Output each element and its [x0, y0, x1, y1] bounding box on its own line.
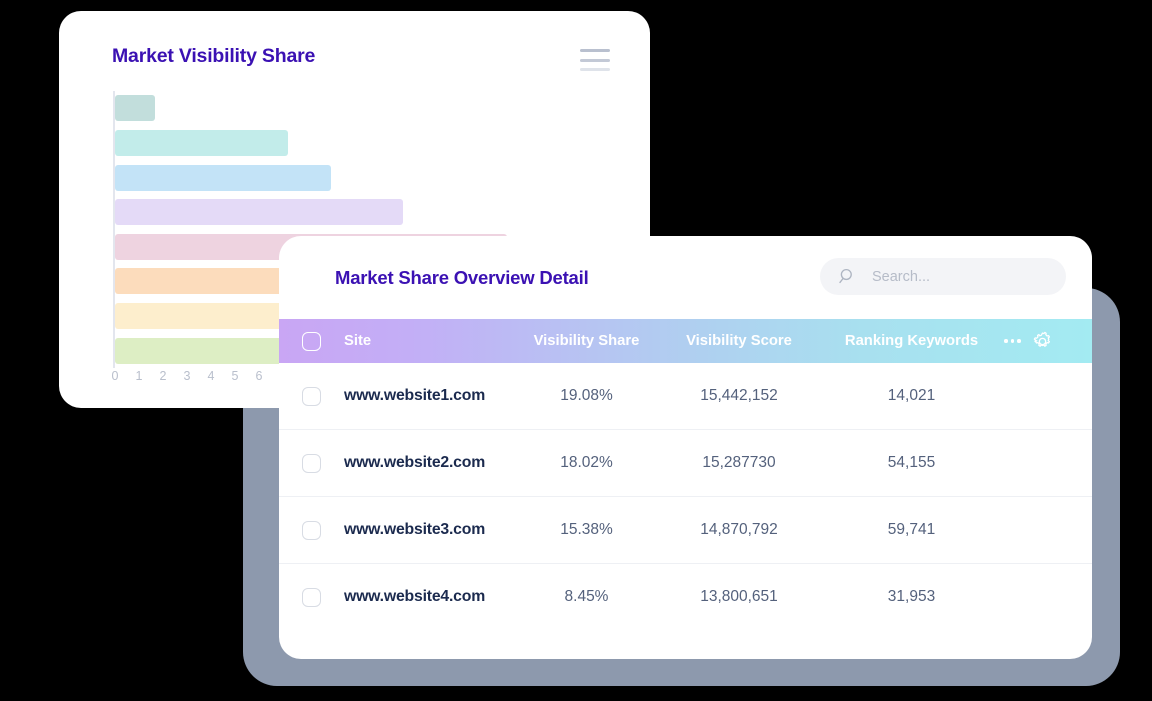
- cell-visibility-share: 8.45%: [564, 588, 609, 605]
- table-row[interactable]: www.website3.com 15.38% 14,870,792 59,741: [279, 497, 1092, 564]
- column-header-ranking-keywords[interactable]: Ranking Keywords: [819, 333, 1004, 349]
- cell-visibility-score: 15,287730: [702, 454, 776, 471]
- hamburger-menu-icon[interactable]: [580, 49, 610, 71]
- cell-visibility-score: 14,870,792: [700, 521, 778, 538]
- table-title: Market Share Overview Detail: [335, 267, 589, 288]
- bar-chart-bar: [115, 95, 155, 122]
- row-select-cell: [279, 587, 344, 607]
- table-row[interactable]: www.website1.com 19.08% 15,442,152 14,021: [279, 363, 1092, 430]
- page-title: Market Visibility Share: [112, 45, 316, 67]
- menu-line: [580, 68, 610, 71]
- row-checkbox[interactable]: [302, 587, 321, 607]
- table-row[interactable]: www.website2.com 18.02% 15,287730 54,155: [279, 430, 1092, 497]
- x-axis-tick-label: 3: [183, 369, 191, 383]
- row-checkbox[interactable]: [302, 453, 321, 473]
- bar-fill: [115, 95, 155, 122]
- table-header-actions: [1004, 330, 1092, 353]
- cell-ranking-keywords: 31,953: [887, 588, 936, 605]
- table-column-header: Site Visibility Share Visibility Score R…: [279, 319, 1092, 363]
- cell-ranking-keywords: 59,741: [887, 521, 936, 538]
- row-checkbox[interactable]: [302, 386, 321, 406]
- row-checkbox[interactable]: [302, 520, 321, 540]
- cell-site[interactable]: www.website1.com: [344, 387, 514, 405]
- x-axis-tick-label: 4: [207, 369, 215, 383]
- cell-site[interactable]: www.website2.com: [344, 454, 514, 472]
- x-axis-tick-label: 2: [159, 369, 167, 383]
- cell-visibility-share: 15.38%: [560, 521, 613, 538]
- menu-line: [580, 58, 610, 62]
- table-body: www.website1.com 19.08% 15,442,152 14,021 ww…: [279, 363, 1092, 630]
- cell-visibility-score: 15,442,152: [700, 387, 778, 404]
- cell-visibility-share: 19.08%: [560, 387, 613, 404]
- column-header-site[interactable]: Site: [344, 333, 514, 349]
- search-box[interactable]: [820, 258, 1066, 295]
- gear-icon[interactable]: [1031, 330, 1054, 353]
- bar-fill: [115, 129, 288, 156]
- ellipsis-dot: [1010, 339, 1015, 343]
- cell-site[interactable]: www.website3.com: [344, 521, 514, 539]
- row-select-cell: [279, 453, 344, 473]
- x-axis-tick-label: 6: [255, 369, 263, 383]
- menu-line: [580, 49, 610, 52]
- bar-chart-bar: [115, 199, 403, 226]
- row-select-cell: [279, 520, 344, 540]
- select-all-checkbox[interactable]: [302, 331, 321, 351]
- x-axis-tick-label: 1: [135, 369, 143, 383]
- row-select-cell: [279, 386, 344, 406]
- bar-chart-bar: [115, 164, 331, 191]
- select-all-cell: [279, 331, 344, 351]
- bar-fill: [115, 199, 403, 226]
- search-input[interactable]: [870, 267, 1048, 286]
- market-share-overview-detail-card: Market Share Overview Detail Site Visibi…: [279, 236, 1092, 659]
- cell-ranking-keywords: 54,155: [887, 454, 936, 471]
- bar-chart-bar: [115, 129, 288, 156]
- table-card-header: Market Share Overview Detail: [279, 236, 1092, 319]
- cell-visibility-share: 18.02%: [560, 454, 613, 471]
- column-header-visibility-score[interactable]: Visibility Score: [659, 333, 819, 349]
- bar-fill: [115, 164, 331, 191]
- column-header-visibility-share[interactable]: Visibility Share: [514, 333, 659, 349]
- ellipsis-dot: [1004, 339, 1008, 343]
- ellipsis-icon[interactable]: [1004, 339, 1021, 343]
- cell-site[interactable]: www.website4.com: [344, 588, 514, 606]
- x-axis-tick-label: 5: [231, 369, 239, 383]
- table-row[interactable]: www.website4.com 8.45% 13,800,651 31,953: [279, 564, 1092, 630]
- x-axis-tick-label: 0: [111, 369, 119, 383]
- search-icon: [839, 268, 852, 284]
- cell-ranking-keywords: 14,021: [887, 387, 936, 404]
- ellipsis-dot: [1017, 339, 1021, 343]
- cell-visibility-score: 13,800,651: [700, 588, 778, 605]
